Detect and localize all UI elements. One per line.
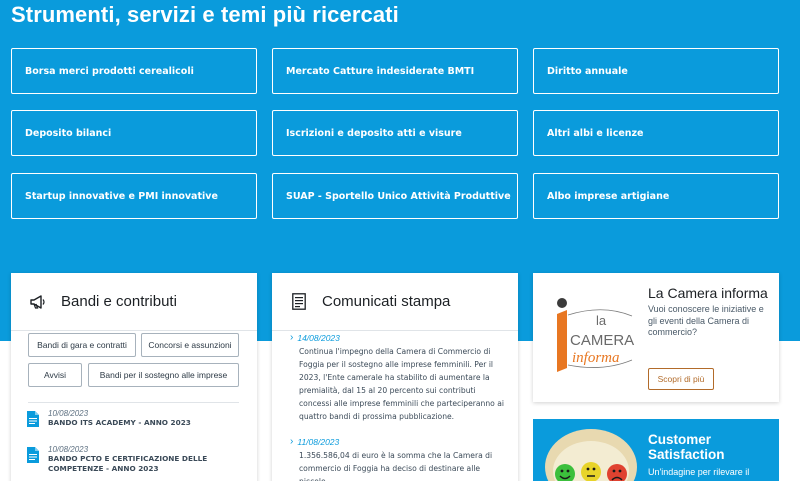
chip-bandi-gara[interactable]: Bandi di gara e contratti [28, 333, 136, 357]
chevron-right-icon: › [290, 332, 294, 343]
chip-concorsi[interactable]: Concorsi e assunzioni [141, 333, 239, 357]
bandi-card: Bandi e contributi Bandi di gara e contr… [11, 273, 257, 481]
customer-satisfaction-description: Un'indagine per rilevare il [648, 467, 750, 477]
tool-altri-albi[interactable]: Altri albi e licenze [533, 110, 779, 156]
document-icon [27, 411, 39, 427]
logo-text-camera: CAMERA [570, 332, 634, 349]
camera-informa-card: la CAMERA informa La Camera informa Vuoi… [533, 273, 779, 402]
chip-bandi-sostegno[interactable]: Bandi per il sostegno alle imprese [88, 363, 239, 387]
tool-borsa-merci[interactable]: Borsa merci prodotti cerealicoli [11, 48, 257, 94]
news-text[interactable]: Continua l'impegno della Camera di Comme… [299, 345, 504, 423]
camera-informa-description: Vuoi conoscere le iniziative e gli event… [648, 304, 764, 337]
news-date[interactable]: › 14/08/2023 [290, 332, 340, 343]
tool-suap[interactable]: SUAP - Sportello Unico Attività Produtti… [272, 173, 518, 219]
camera-informa-title: La Camera informa [648, 285, 768, 301]
comunicati-card: Comunicati stampa › 14/08/2023 Continua … [272, 273, 518, 481]
news-date[interactable]: › 11/08/2023 [290, 436, 339, 447]
tool-startup-innovative[interactable]: Startup innovative e PMI innovative [11, 173, 257, 219]
tool-deposito-bilanci[interactable]: Deposito bilanci [11, 110, 257, 156]
tool-diritto-annuale[interactable]: Diritto annuale [533, 48, 779, 94]
doc-title: BANDO PCTO E CERTIFICAZIONE DELLE COMPET… [48, 454, 208, 473]
tool-albo-artigiane[interactable]: Albo imprese artigiane [533, 173, 779, 219]
logo-text-informa: informa [572, 350, 620, 366]
scopri-button[interactable]: Scopri di più [648, 368, 714, 390]
divider [28, 402, 239, 403]
doc-date: 10/08/2023 [48, 445, 89, 454]
doc-item[interactable]: 10/08/2023 BANDO ITS ACADEMY - ANNO 2023 [27, 409, 247, 428]
section-title: Strumenti, servizi e temi più ricercati [11, 2, 399, 27]
customer-satisfaction-card[interactable]: Customer Satisfaction Un'indagine per ri… [533, 419, 779, 481]
chip-avvisi[interactable]: Avvisi [28, 363, 82, 387]
satisfaction-smileys-image [543, 427, 641, 481]
chevron-right-icon: › [290, 436, 294, 447]
document-icon [27, 447, 39, 463]
customer-satisfaction-title: Customer Satisfaction [648, 432, 725, 462]
comunicati-card-header: Comunicati stampa [272, 273, 518, 331]
newspaper-icon [289, 292, 309, 312]
comunicati-card-title: Comunicati stampa [322, 293, 451, 310]
news-text[interactable]: 1.356.586,04 di euro è la somma che la C… [299, 449, 504, 481]
tool-iscrizioni-atti[interactable]: Iscrizioni e deposito atti e visure [272, 110, 518, 156]
megaphone-icon [28, 292, 48, 312]
doc-item[interactable]: 10/08/2023 BANDO PCTO E CERTIFICAZIONE D… [27, 445, 247, 474]
tool-mercato-catture[interactable]: Mercato Catture indesiderate BMTI [272, 48, 518, 94]
doc-title: BANDO ITS ACADEMY - ANNO 2023 [48, 418, 191, 427]
logo-text-la: la [596, 313, 607, 328]
bandi-card-header: Bandi e contributi [11, 273, 257, 331]
bandi-card-title: Bandi e contributi [61, 293, 177, 310]
camera-informa-logo: la CAMERA informa [548, 290, 638, 380]
doc-date: 10/08/2023 [48, 409, 89, 418]
